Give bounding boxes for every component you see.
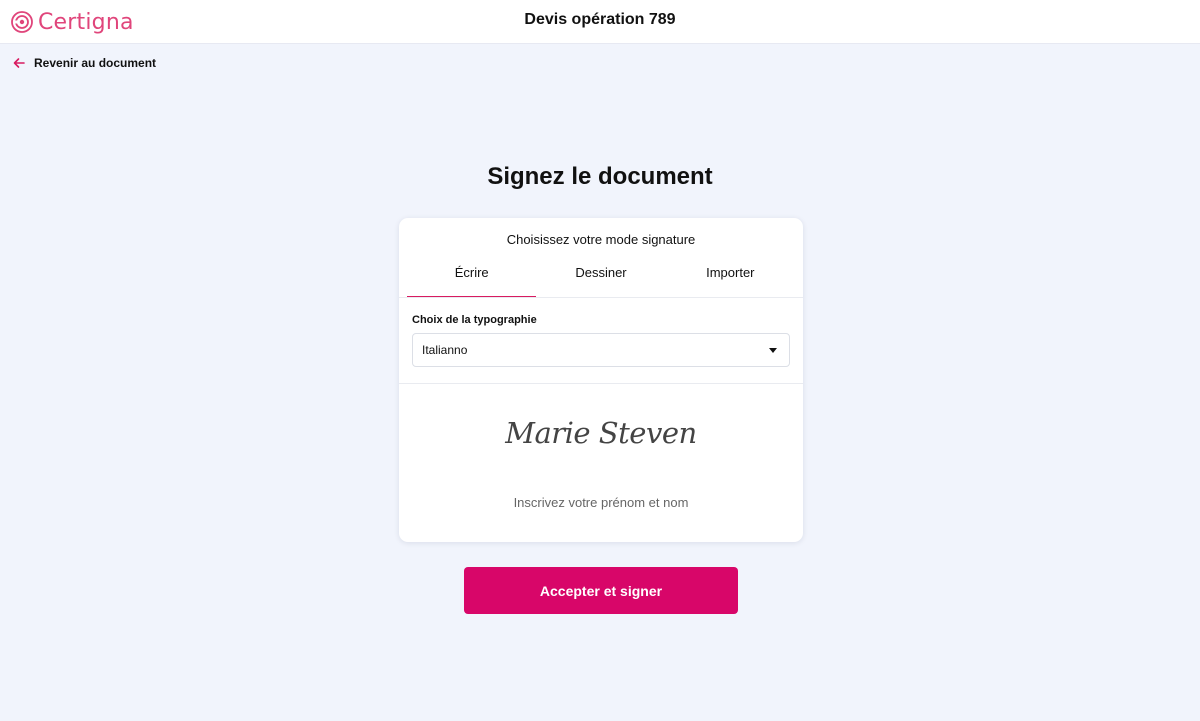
top-bar: Certigna Devis opération 789	[0, 0, 1200, 44]
typography-selected-value: Italianno	[422, 343, 468, 357]
tabs-divider	[399, 297, 803, 298]
arrow-left-icon	[13, 58, 25, 68]
signature-preview: Marie Steven	[505, 416, 697, 450]
signature-mode-tabs: Écrire Dessiner Importer	[407, 254, 795, 298]
signature-mode-prompt: Choisissez votre mode signature	[506, 232, 696, 247]
section-divider	[399, 383, 803, 384]
tab-import[interactable]: Importer	[666, 254, 795, 298]
signature-hint: Inscrivez votre prénom et nom	[513, 495, 689, 510]
signature-card: Choisissez votre mode signature Écrire D…	[399, 218, 803, 542]
typography-select[interactable]: Italianno	[412, 333, 790, 367]
tab-write[interactable]: Écrire	[407, 254, 537, 298]
back-link-label: Revenir au document	[34, 56, 157, 70]
typography-label: Choix de la typographie	[412, 314, 537, 326]
document-title: Devis opération 789	[524, 11, 676, 28]
tab-draw[interactable]: Dessiner	[536, 254, 665, 298]
caret-down-icon	[769, 348, 777, 353]
back-to-document-link[interactable]: Revenir au document	[13, 55, 156, 71]
accept-and-sign-button[interactable]: Accepter et signer	[464, 567, 738, 614]
page-title: Signez le document	[487, 163, 713, 190]
